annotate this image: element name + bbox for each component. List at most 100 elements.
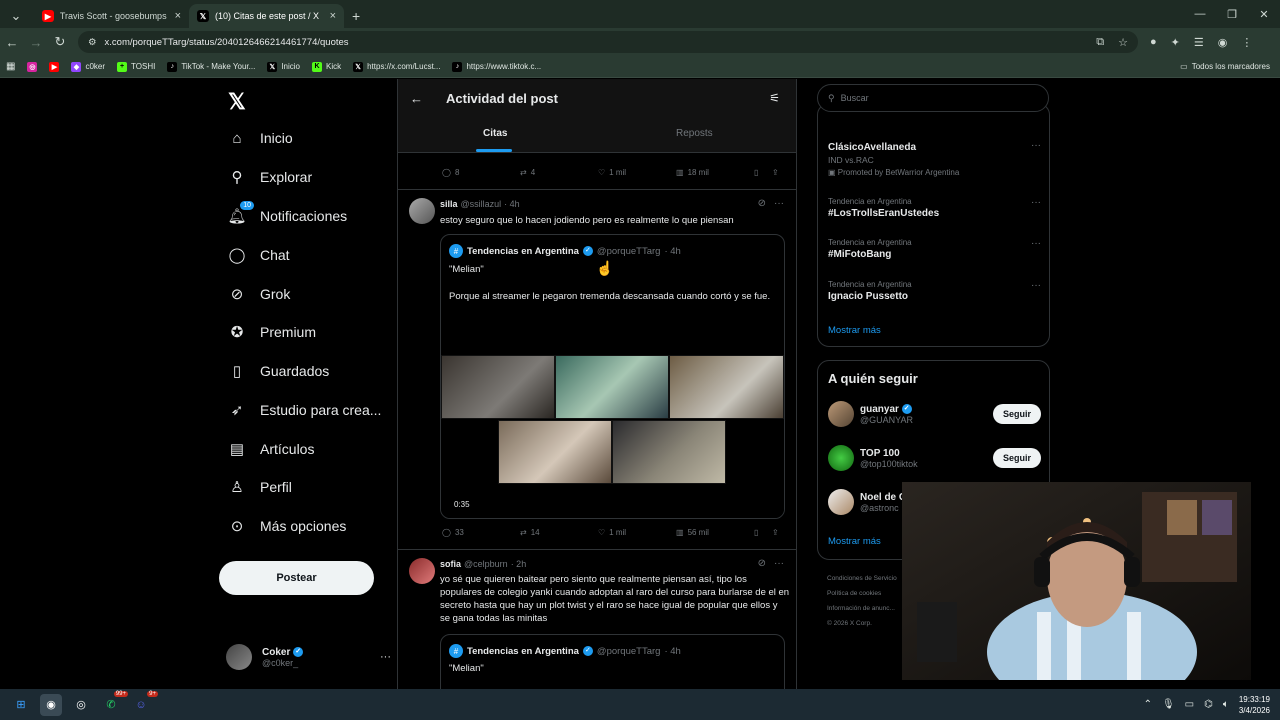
obs-icon[interactable]: ◎ (70, 694, 92, 716)
chevron-up-icon[interactable]: ⌃ (1144, 699, 1152, 710)
share-icon[interactable]: ⇪ (772, 168, 779, 177)
tweet[interactable]: sofia @celpburn · 2h ⊘ ··· yo sé que quie… (398, 549, 796, 689)
apps-icon[interactable]: ▦ (6, 61, 15, 72)
restore-icon[interactable]: ❐ (1216, 0, 1248, 28)
trend-item[interactable]: Tendencia en Argentina #MiFotoBang ··· (828, 238, 1041, 260)
windows-start-icon[interactable]: ⊞ (10, 694, 32, 716)
follow-suggestion[interactable]: guanyar ✓ @GUANYAR Seguir (828, 401, 1041, 427)
bookmark-icon[interactable]: ▯ (754, 168, 772, 177)
grok-icon[interactable]: ⊘ (758, 198, 766, 209)
author-name[interactable]: silla (440, 199, 458, 209)
bookmark-item[interactable]: ♪ https://www.tiktok.c... (452, 61, 541, 72)
tab-reposts[interactable]: Reposts (676, 128, 713, 139)
microphone-icon[interactable]: 🎙︎ (1162, 699, 1175, 710)
nav-item-chat[interactable]: ◯ Chat (228, 246, 290, 264)
follow-button[interactable]: Seguir (992, 448, 1041, 468)
footer-link[interactable]: Información de anunc... (827, 601, 897, 616)
star-icon[interactable]: ☆ (1118, 36, 1128, 49)
bookmark-youtube[interactable]: ▶ (49, 61, 60, 72)
url-text[interactable]: x.com/porqueTTarg/status/204012646621446… (105, 37, 349, 48)
author-name[interactable]: sofia (440, 559, 461, 569)
like-button[interactable]: ♡ 1 mil (598, 528, 676, 537)
minimize-icon[interactable]: — (1184, 0, 1216, 28)
repost-button[interactable]: ⇄ 4 (520, 168, 598, 177)
follow-suggestion[interactable]: TOP 100 @top100tiktok Seguir (828, 445, 1041, 471)
menu-icon[interactable]: ⋮ (1241, 36, 1252, 49)
tweet-time[interactable]: · 4h (504, 199, 520, 209)
tab-citas[interactable]: Citas (483, 128, 507, 139)
close-window-icon[interactable]: ✕ (1248, 0, 1280, 28)
nav-item-notificaciones[interactable]: 🔔︎ 10 Notificaciones (227, 201, 347, 225)
bookmark-item[interactable]: K Kick (311, 61, 341, 72)
show-more-link[interactable]: Mostrar más (828, 536, 881, 547)
follow-button[interactable]: Seguir (992, 404, 1041, 424)
install-icon[interactable]: ⧉ (1096, 36, 1104, 49)
browser-tab-active[interactable]: 𝕏 (10) Citas de este post / X × (189, 4, 344, 28)
account-switcher[interactable]: Coker ✓ @c0ker_ ··· (226, 644, 391, 670)
more-icon[interactable]: ··· (1031, 238, 1041, 249)
nav-item-articulos[interactable]: ▤ Artículos (228, 440, 315, 458)
puzzle-icon[interactable]: ✦ (1171, 36, 1180, 49)
bookmark-item[interactable]: + TOSHI (117, 61, 155, 72)
grok-icon[interactable]: ⊘ (758, 558, 766, 569)
clock[interactable]: 19:33:19 3/4/2026 (1239, 694, 1270, 716)
footer-link[interactable]: Política de cookies (827, 586, 897, 601)
more-icon[interactable]: ··· (1031, 280, 1041, 291)
nav-item-mas-opciones[interactable]: ⊙ Más opciones (228, 517, 347, 535)
profile-avatar-icon[interactable]: ◉ (1218, 36, 1228, 49)
quoted-tweet[interactable]: # Tendencias en Argentina ✓ @porqueTTarg… (440, 634, 785, 689)
more-icon[interactable]: ··· (774, 198, 784, 209)
bookmark-item[interactable]: 𝕏https://x.com/Lucst... (353, 61, 440, 72)
forward-icon[interactable]: → (24, 35, 48, 50)
nav-item-perfil[interactable]: ♙ Perfil (228, 478, 292, 496)
avatar[interactable] (409, 198, 435, 224)
nav-item-estudio[interactable]: ➶ Estudio para crea... (228, 401, 382, 419)
chrome-icon[interactable]: ◉ (40, 693, 62, 716)
author-handle[interactable]: @celpburn (464, 559, 508, 569)
trend-item[interactable]: ClásicoAvellaneda IND vs.RAC ▣ Promoted … (828, 140, 1041, 177)
more-icon[interactable]: ··· (1031, 197, 1041, 208)
sidepanel-icon[interactable]: ☰ (1194, 36, 1204, 49)
bookmark-item[interactable]: ♪ TikTok - Make Your... (167, 61, 255, 72)
views-button[interactable]: ▥ 18 mil (676, 168, 754, 177)
x-logo-icon[interactable]: 𝕏 (228, 89, 246, 115)
nav-item-inicio[interactable]: ⌂ Inicio (228, 129, 292, 147)
quoted-tweet[interactable]: # Tendencias en Argentina ✓ @porqueTTarg… (440, 234, 785, 519)
discord-icon[interactable]: ☺ 9+ (130, 690, 158, 716)
trend-item[interactable]: Tendencia en Argentina #LosTrollsEranUst… (828, 197, 1041, 219)
filter-icon[interactable]: ⚟ (769, 91, 780, 105)
nav-item-grok[interactable]: ⊘ Grok (228, 285, 291, 303)
bookmark-item[interactable]: ◆ c0ker (71, 61, 105, 72)
back-icon[interactable]: ← (0, 35, 24, 50)
repost-button[interactable]: ⇄ 14 (520, 528, 598, 537)
tweet[interactable]: silla @ssillazul · 4h ⊘ ··· estoy seguro … (398, 189, 796, 549)
tab-search-icon[interactable]: ⌄ (4, 4, 28, 28)
reply-button[interactable]: ◯ 8 (442, 168, 520, 177)
new-tab-button[interactable]: + (352, 4, 360, 28)
omnibox[interactable]: ⚙ x.com/porqueTTarg/status/2040126466214… (78, 31, 1138, 53)
network-icon[interactable]: ⌬ (1204, 699, 1213, 710)
author-handle[interactable]: @ssillazul (461, 199, 502, 209)
close-icon[interactable]: × (330, 10, 336, 22)
avatar[interactable] (409, 558, 435, 584)
site-info-icon[interactable]: ⚙ (88, 37, 97, 48)
views-button[interactable]: ▥ 56 mil (676, 528, 754, 537)
bookmark-instagram[interactable]: ◎ (27, 61, 38, 72)
back-arrow-icon[interactable]: ← (410, 91, 423, 106)
whatsapp-icon[interactable]: ✆ 99+ (100, 690, 128, 716)
nav-item-premium[interactable]: ✪ Premium (228, 323, 316, 341)
extension-icon[interactable]: ● (1150, 36, 1157, 49)
volume-icon[interactable]: 🔈︎ (1223, 699, 1229, 710)
reload-icon[interactable]: ↻ (48, 34, 72, 50)
reply-button[interactable]: ◯ 33 (442, 528, 520, 537)
bookmark-item[interactable]: 𝕏 Inicio (267, 61, 300, 72)
nav-item-guardados[interactable]: ▯ Guardados (228, 362, 329, 380)
video-player[interactable]: 0:35 (441, 325, 784, 518)
more-icon[interactable]: ··· (380, 651, 391, 663)
like-button[interactable]: ♡ 1 mil (598, 168, 676, 177)
nav-item-explorar[interactable]: ⚲ Explorar (228, 168, 313, 186)
display-icon[interactable]: ▭ (1185, 699, 1194, 710)
show-more-link[interactable]: Mostrar más (828, 325, 881, 336)
trend-item[interactable]: Tendencia en Argentina Ignacio Pussetto … (828, 280, 1041, 302)
share-icon[interactable]: ⇪ (772, 528, 779, 537)
